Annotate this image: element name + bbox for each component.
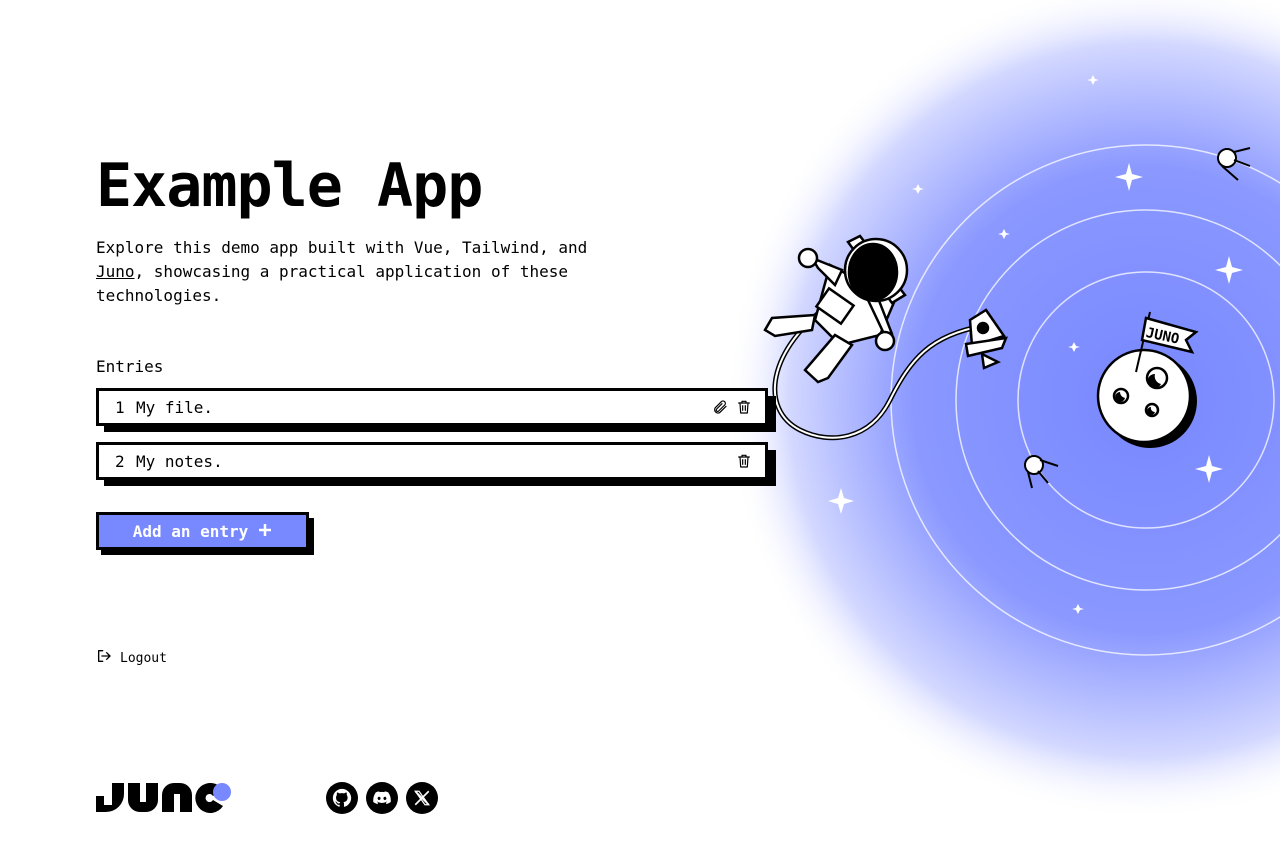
astronaut bbox=[763, 234, 909, 384]
logout-label: Logout bbox=[120, 650, 167, 666]
x-icon[interactable] bbox=[406, 782, 438, 814]
add-entry-button[interactable]: Add an entry bbox=[96, 512, 314, 555]
flag-text: JUNO bbox=[1144, 325, 1180, 348]
entry-number: 1 bbox=[115, 397, 125, 417]
purple-glow bbox=[726, 0, 1280, 820]
discord-icon[interactable] bbox=[366, 782, 398, 814]
entry-text: My file. bbox=[136, 397, 214, 417]
logout-button[interactable]: Logout bbox=[96, 648, 167, 668]
entry-actions bbox=[735, 452, 753, 470]
intro-text: Explore this demo app built with Vue, Ta… bbox=[96, 236, 616, 308]
entry-number: 2 bbox=[115, 451, 125, 471]
page: JUNO Example App Explore this demo app b… bbox=[0, 0, 1280, 862]
juno-logo bbox=[96, 780, 236, 820]
intro-text-end: , showcasing a practical application of … bbox=[96, 262, 569, 305]
add-entry-label: Add an entry bbox=[132, 521, 249, 541]
rocket bbox=[964, 308, 1008, 370]
social-links bbox=[326, 782, 438, 814]
logout-icon bbox=[96, 648, 112, 668]
stars bbox=[828, 75, 1243, 614]
entry-row[interactable]: 2 My notes. bbox=[96, 442, 776, 486]
entry-box: 1 My file. bbox=[96, 388, 768, 426]
entries-heading: Entries bbox=[96, 357, 164, 376]
trash-icon[interactable] bbox=[735, 452, 753, 470]
tether-inner bbox=[773, 299, 984, 439]
juno-link[interactable]: Juno bbox=[96, 262, 135, 281]
trash-icon[interactable] bbox=[735, 398, 753, 416]
orbits bbox=[890, 144, 1280, 656]
intro-text-start: Explore this demo app built with Vue, Ta… bbox=[96, 238, 588, 257]
entry-actions bbox=[711, 398, 753, 416]
tether-outer bbox=[772, 297, 984, 441]
github-icon[interactable] bbox=[326, 782, 358, 814]
satellite-top bbox=[1217, 147, 1251, 181]
page-title: Example App bbox=[96, 151, 483, 221]
entry-box: 2 My notes. bbox=[96, 442, 768, 480]
satellite-bottom bbox=[1024, 455, 1059, 489]
planet: JUNO bbox=[1096, 311, 1199, 448]
add-entry-face[interactable]: Add an entry bbox=[96, 512, 309, 550]
plus-icon bbox=[258, 522, 272, 541]
paperclip-icon[interactable] bbox=[711, 398, 729, 416]
entry-row[interactable]: 1 My file. bbox=[96, 388, 776, 432]
entry-text: My notes. bbox=[136, 451, 223, 471]
